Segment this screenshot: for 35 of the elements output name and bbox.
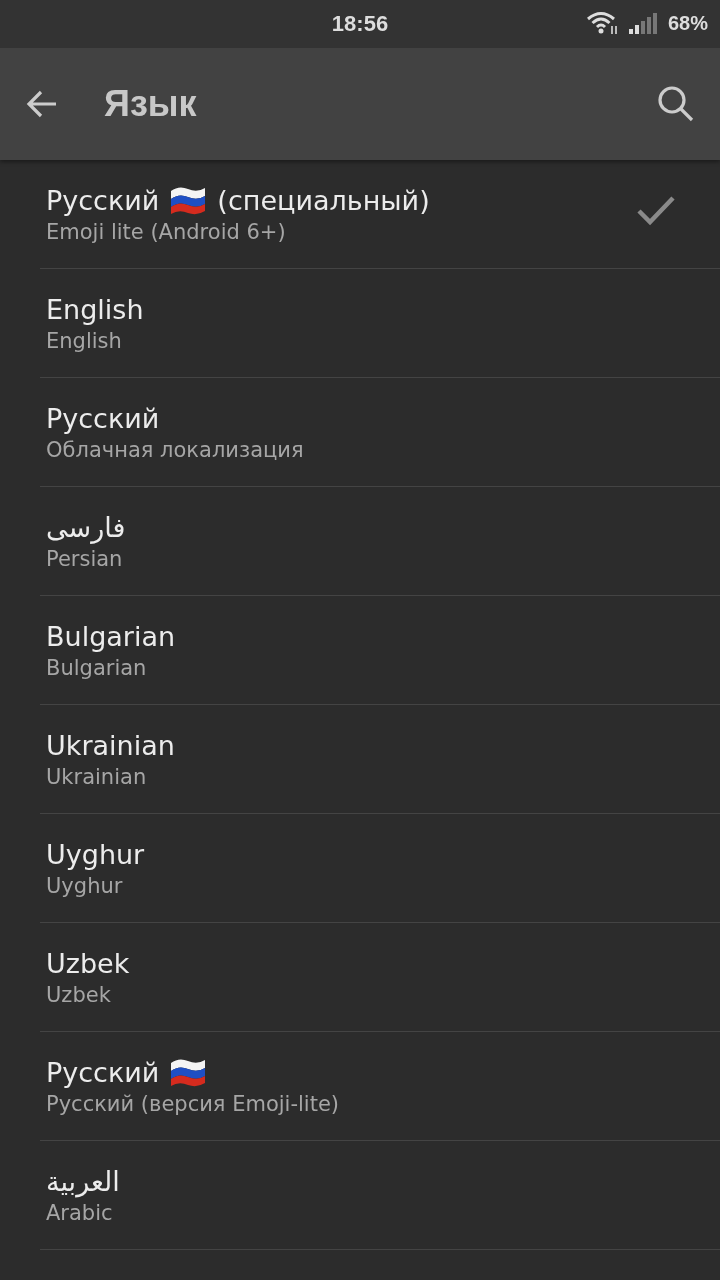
language-name: Русский bbox=[46, 402, 160, 434]
language-item[interactable]: Uzbek Uzbek bbox=[40, 923, 720, 1032]
language-subtitle: Uyghur bbox=[46, 873, 124, 898]
language-name: Русский bbox=[46, 184, 160, 216]
language-subtitle: Русский (версия Emoji-lite) bbox=[46, 1091, 340, 1116]
language-subtitle: Emoji lite (Android 6+) bbox=[46, 219, 287, 244]
status-time: 18:56 bbox=[331, 11, 389, 37]
language-subtitle: Облачная локализация bbox=[46, 437, 305, 462]
language-item[interactable]: Русский Облачная локализация bbox=[40, 378, 720, 487]
language-name: English bbox=[46, 293, 144, 325]
language-item[interactable]: English English bbox=[40, 269, 720, 378]
language-item[interactable]: Русский Русский (версия Emoji-lite) bbox=[40, 1032, 720, 1141]
language-item[interactable]: Ukrainian Ukrainian bbox=[40, 705, 720, 814]
search-button[interactable] bbox=[656, 84, 696, 124]
language-name: Ukrainian bbox=[46, 729, 175, 761]
language-name: Bulgarian bbox=[46, 620, 176, 652]
language-name: فارسی bbox=[46, 511, 126, 543]
language-subtitle: Persian bbox=[46, 546, 124, 571]
language-item[interactable]: Русский (специальный) Emoji lite (Android 6+) bbox=[40, 160, 720, 269]
language-item[interactable]: Bulgarian Bulgarian bbox=[40, 596, 720, 705]
signal-icon bbox=[627, 12, 658, 34]
screen-title: Язык bbox=[104, 83, 197, 125]
language-subtitle: English bbox=[46, 328, 123, 353]
language-subtitle: Uzbek bbox=[46, 982, 112, 1007]
language-subtitle: Bulgarian bbox=[46, 655, 148, 680]
wifi-icon bbox=[585, 10, 618, 36]
language-item[interactable]: Uyghur Uyghur bbox=[40, 814, 720, 923]
battery-percent: 68% bbox=[667, 11, 708, 35]
language-name: Русский bbox=[46, 1056, 160, 1088]
language-name: Uyghur bbox=[46, 838, 145, 870]
language-note: (специальный) bbox=[217, 184, 430, 216]
language-subtitle: Arabic bbox=[46, 1200, 114, 1225]
language-name: العربية bbox=[46, 1165, 120, 1197]
language-subtitle: Ukrainian bbox=[46, 764, 148, 789]
language-name: Uzbek bbox=[46, 947, 130, 979]
